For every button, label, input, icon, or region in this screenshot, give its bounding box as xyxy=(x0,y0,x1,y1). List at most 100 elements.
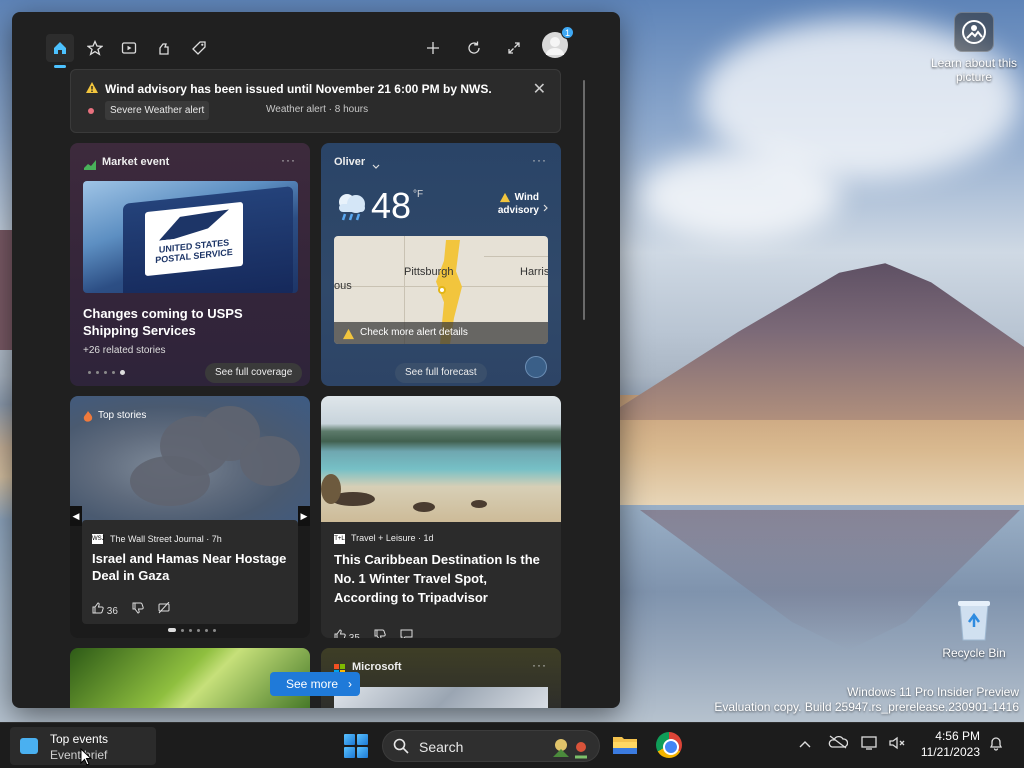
carousel-dots[interactable] xyxy=(88,370,125,375)
usps-image[interactable]: UNITED STATES POSTAL SERVICE xyxy=(83,181,298,293)
widgets-panel: 1 Wind advisory has been issued until No… xyxy=(12,12,620,708)
expand-icon[interactable] xyxy=(500,34,528,62)
chevron-right-icon: › xyxy=(348,677,353,691)
video-icon[interactable] xyxy=(115,34,143,62)
taskbar: Top events Event brief Search 4:56 PM 11… xyxy=(0,722,1024,768)
chrome-icon[interactable] xyxy=(656,732,682,758)
home-icon[interactable] xyxy=(46,34,74,68)
favorites-icon[interactable] xyxy=(81,34,109,62)
carousel-dot[interactable] xyxy=(181,628,184,632)
display-icon[interactable] xyxy=(861,735,879,754)
story-content[interactable]: WSJ The Wall Street Journal · 7h Israel … xyxy=(82,520,298,624)
see-more-label: See more xyxy=(286,677,339,691)
rock xyxy=(471,500,487,508)
system-clock[interactable]: 4:56 PM 11/21/2023 xyxy=(914,728,980,760)
close-icon[interactable]: ✕ xyxy=(533,79,546,99)
watermark-build: Evaluation copy. Build 25947.rs_prerelea… xyxy=(714,700,1019,714)
carousel-dot[interactable] xyxy=(189,628,192,632)
weather-map[interactable]: Pittsburgh Harris ous Check more alert d… xyxy=(334,236,548,344)
carousel-dot[interactable] xyxy=(104,371,107,374)
learn-about-picture-label: Learn about this picture xyxy=(930,56,1018,84)
travel-card[interactable]: T+L Travel + Leisure · 1d This Caribbean… xyxy=(321,396,561,638)
wsj-logo-icon: WSJ xyxy=(92,534,105,544)
story-reactions: 36 xyxy=(92,601,170,617)
add-icon[interactable] xyxy=(419,34,447,62)
weather-card[interactable]: Oliver ··· 48 °F Wind advisory Pittsburg… xyxy=(321,143,561,386)
refresh-icon[interactable] xyxy=(460,34,488,62)
hide-story-icon[interactable] xyxy=(158,601,170,617)
carousel-dot-active[interactable] xyxy=(168,628,176,632)
like-button[interactable]: 35 xyxy=(334,629,360,638)
onedrive-icon[interactable] xyxy=(828,735,849,752)
chevron-down-icon[interactable] xyxy=(372,157,380,175)
story-headline[interactable]: Israel and Hamas Near Hostage Deal in Ga… xyxy=(92,550,292,584)
panel-scrollbar[interactable] xyxy=(583,80,585,320)
warning-icon xyxy=(85,81,99,99)
market-event-card[interactable]: Market event ··· UNITED STATES POSTAL SE… xyxy=(70,143,310,386)
cloud xyxy=(640,150,840,240)
temperature-unit: °F xyxy=(413,189,424,200)
mouse-cursor-icon xyxy=(80,748,92,766)
weather-alert-banner[interactable]: Wind advisory has been issued until Nove… xyxy=(70,69,561,133)
recycle-bin-shortcut[interactable]: Recycle Bin xyxy=(929,598,1019,660)
notification-bell-icon[interactable] xyxy=(988,735,1004,754)
watermark-edition: Windows 11 Pro Insider Preview xyxy=(847,685,1019,699)
windows-logo-pane xyxy=(344,747,355,758)
carousel-dots[interactable] xyxy=(168,628,216,632)
beach-image[interactable] xyxy=(321,396,561,522)
chevron-up-icon[interactable] xyxy=(799,735,811,751)
see-full-coverage-button[interactable]: See full coverage xyxy=(205,363,303,383)
more-options-icon[interactable]: ··· xyxy=(281,153,296,167)
start-button[interactable] xyxy=(344,734,368,758)
related-stories[interactable]: +26 related stories xyxy=(83,345,166,356)
see-more-button[interactable]: See more › xyxy=(270,672,361,696)
weather-location[interactable]: Oliver xyxy=(334,156,365,168)
comment-icon[interactable] xyxy=(400,629,413,638)
alert-status-dot xyxy=(88,108,94,114)
more-options-icon[interactable]: ··· xyxy=(532,153,547,167)
dislike-icon[interactable] xyxy=(374,629,386,638)
tag-icon[interactable] xyxy=(185,34,213,62)
travel-headline[interactable]: This Caribbean Destination Is the No. 1 … xyxy=(334,550,549,607)
check-alert-details[interactable]: Check more alert details xyxy=(334,322,548,344)
games-icon[interactable] xyxy=(150,34,178,62)
severe-weather-chip[interactable]: Severe Weather alert xyxy=(105,101,210,120)
chevron-right-icon[interactable] xyxy=(543,199,548,217)
wind-advisory-link[interactable]: Wind advisory xyxy=(489,191,539,217)
carousel-dot[interactable] xyxy=(213,628,216,632)
learn-about-picture-shortcut[interactable]: Learn about this picture xyxy=(929,12,1019,84)
next-arrow-icon[interactable]: ▶ xyxy=(298,506,310,526)
smoke-puff xyxy=(240,436,300,486)
like-button[interactable]: 36 xyxy=(92,602,118,617)
search-box[interactable]: Search xyxy=(382,730,600,762)
widgets-icon xyxy=(20,738,38,754)
windows-logo-pane xyxy=(357,747,368,758)
travel-leisure-logo-icon: T+L xyxy=(334,534,345,544)
carousel-dot[interactable] xyxy=(88,371,91,374)
previous-arrow-icon[interactable]: ◀ xyxy=(70,506,82,526)
carousel-dot-active[interactable] xyxy=(120,370,125,375)
market-headline[interactable]: Changes coming to USPS Shipping Services xyxy=(83,305,298,339)
microsoft-image[interactable] xyxy=(334,687,548,708)
fire-icon xyxy=(83,410,93,428)
carousel-dot[interactable] xyxy=(197,628,200,632)
carousel-dot[interactable] xyxy=(205,628,208,632)
market-chart-icon xyxy=(84,157,96,175)
profile-avatar[interactable]: 1 xyxy=(542,26,574,58)
dislike-icon[interactable] xyxy=(132,602,144,617)
top-stories-card[interactable]: Top stories ◀ ▶ WSJ The Wall Street Jour… xyxy=(70,396,310,638)
see-full-forecast-button[interactable]: See full forecast xyxy=(395,363,487,383)
search-icon xyxy=(393,738,409,759)
more-options-icon[interactable]: ··· xyxy=(532,658,547,672)
travel-source: Travel + Leisure · 1d xyxy=(351,533,434,543)
weather-app-icon[interactable] xyxy=(525,356,547,378)
story-source: The Wall Street Journal · 7h xyxy=(110,534,222,544)
usps-logo-text: UNITED STATES POSTAL SERVICE xyxy=(155,237,233,266)
volume-muted-icon[interactable] xyxy=(888,735,906,754)
file-explorer-icon[interactable] xyxy=(612,732,638,758)
clock-time: 4:56 PM xyxy=(935,729,980,743)
like-count: 35 xyxy=(349,633,360,638)
search-highlight-icon xyxy=(549,735,591,759)
carousel-dot[interactable] xyxy=(112,371,115,374)
carousel-dot[interactable] xyxy=(96,371,99,374)
